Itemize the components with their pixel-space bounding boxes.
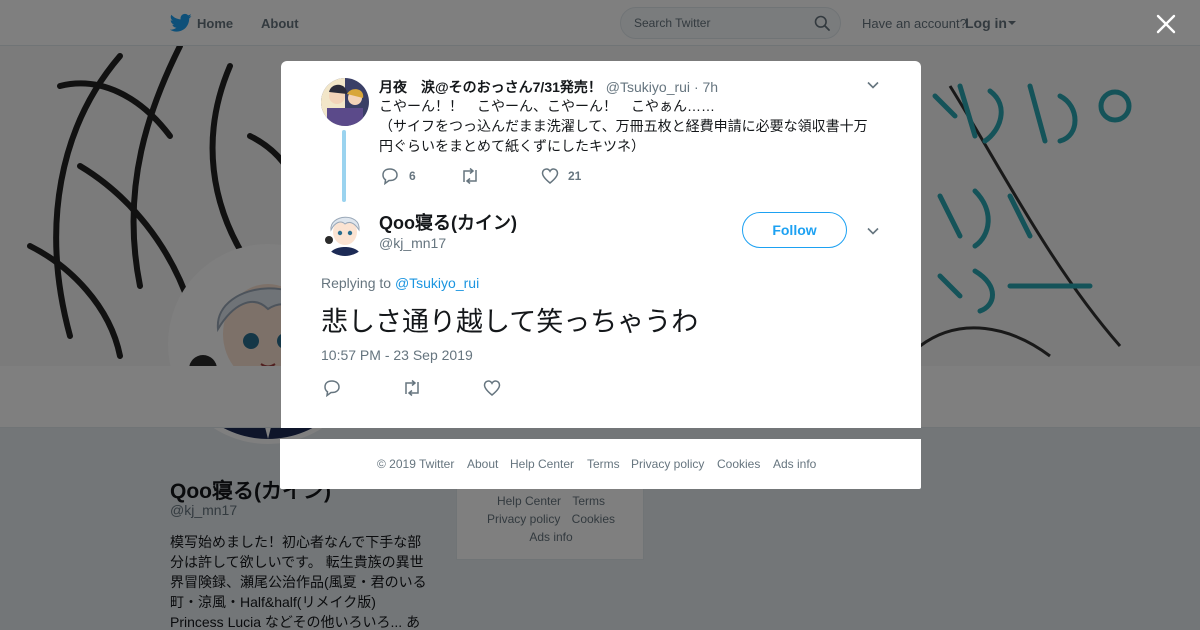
replying-to-line: Replying to @Tsukiyo_rui bbox=[321, 275, 479, 291]
main-tweet-timestamp[interactable]: 10:57 PM - 23 Sep 2019 bbox=[321, 347, 473, 363]
main-tweet-text: 悲しさ通り越して笑っちゃうわ bbox=[321, 307, 699, 337]
chevron-down-icon[interactable] bbox=[867, 81, 879, 89]
main-tweet-handle[interactable]: @kj_mn17 bbox=[379, 235, 446, 251]
like-icon[interactable] bbox=[483, 379, 501, 397]
copyright-text: © 2019 Twitter bbox=[377, 457, 455, 471]
footer-about-link[interactable]: About bbox=[467, 457, 498, 471]
like-count: 21 bbox=[568, 169, 582, 183]
parent-tweet-line: こやーん！！ こやーん、こやーん！ こやぁん…… bbox=[379, 98, 715, 114]
replying-to-handle-link[interactable]: @Tsukiyo_rui bbox=[395, 275, 479, 291]
reply-icon[interactable] bbox=[323, 379, 341, 397]
thread-connector-line bbox=[342, 130, 346, 202]
reply-icon[interactable] bbox=[381, 167, 399, 185]
separator-dot: · bbox=[693, 79, 699, 95]
replying-to-label: Replying to bbox=[321, 275, 392, 291]
parent-tweet-avatar[interactable] bbox=[321, 78, 369, 126]
parent-tweet-header: 月夜 涙@そのおっさん7/31発売！ @Tsukiyo_rui · 7h bbox=[379, 77, 718, 97]
main-tweet-avatar[interactable] bbox=[321, 208, 369, 256]
footer-terms-link[interactable]: Terms bbox=[587, 457, 620, 471]
reply-count: 6 bbox=[409, 169, 416, 183]
follow-button[interactable]: Follow bbox=[742, 212, 847, 248]
retweet-icon[interactable] bbox=[460, 167, 480, 185]
parent-tweet-line: （サイフをつっ込んだまま洗濯して、万冊五枚と経費申請に必要な領収書十万円ぐらいを… bbox=[379, 118, 868, 154]
footer-privacy-link[interactable]: Privacy policy bbox=[631, 457, 704, 471]
parent-tweet-author[interactable]: 月夜 涙@そのおっさん7/31発売！ bbox=[379, 79, 602, 95]
footer-cookies-link[interactable]: Cookies bbox=[717, 457, 760, 471]
chevron-down-icon[interactable] bbox=[867, 227, 879, 235]
modal-footer: © 2019 Twitter About Help Center Terms P… bbox=[280, 439, 921, 489]
like-icon[interactable] bbox=[541, 167, 559, 185]
close-icon[interactable] bbox=[1153, 11, 1179, 37]
parent-tweet-handle[interactable]: @Tsukiyo_rui bbox=[606, 79, 690, 95]
parent-tweet-text: こやーん！！ こやーん、こやーん！ こやぁん…… （サイフをつっ込んだまま洗濯し… bbox=[379, 96, 879, 156]
footer-ads-info-link[interactable]: Ads info bbox=[773, 457, 816, 471]
parent-avatar-image bbox=[321, 78, 369, 126]
main-avatar-image bbox=[321, 208, 369, 256]
footer-help-center-link[interactable]: Help Center bbox=[510, 457, 574, 471]
main-tweet-author[interactable]: Qoo寝る(カイン) bbox=[379, 209, 517, 235]
parent-tweet-time[interactable]: 7h bbox=[703, 79, 719, 95]
retweet-icon[interactable] bbox=[402, 379, 422, 397]
